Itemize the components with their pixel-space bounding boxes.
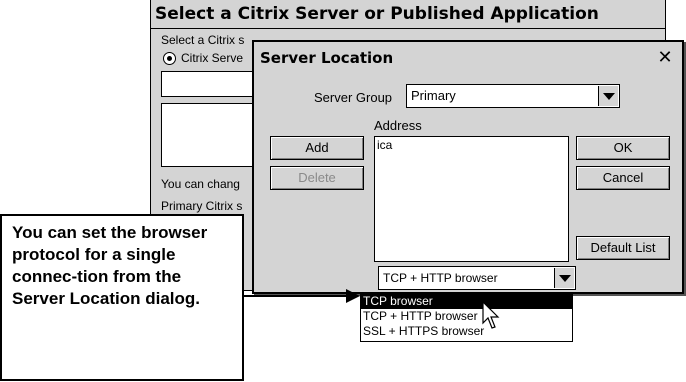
callout-arrow-icon	[244, 289, 360, 303]
protocol-selected-value: TCP + HTTP browser	[383, 271, 498, 285]
chevron-down-icon[interactable]	[554, 268, 574, 288]
server-group-label: Server Group	[314, 90, 393, 105]
server-group-value: Primary	[411, 88, 456, 103]
address-label: Address	[374, 118, 422, 133]
protocol-select[interactable]: TCP + HTTP browser	[378, 266, 576, 290]
default-list-button[interactable]: Default List	[576, 236, 670, 260]
citrix-server-radio-label: Citrix Serve	[181, 51, 244, 65]
server-list[interactable]	[161, 103, 257, 167]
background-info-text: You can chang	[161, 177, 240, 191]
callout-text: You can set the browser protocol for a s…	[0, 214, 244, 381]
server-group-select[interactable]: Primary	[406, 84, 620, 108]
background-primary-text: Primary Citrix s	[161, 199, 243, 213]
protocol-dropdown-list: TCP browser TCP + HTTP browser SSL + HTT…	[360, 293, 573, 342]
protocol-option-tcp-http[interactable]: TCP + HTTP browser	[361, 309, 572, 324]
chevron-down-icon[interactable]	[598, 86, 618, 106]
protocol-option-tcp[interactable]: TCP browser	[361, 294, 572, 309]
background-window-title: Select a Citrix Server or Published Appl…	[151, 0, 665, 29]
address-list[interactable]: ica	[374, 136, 569, 262]
protocol-option-ssl-https[interactable]: SSL + HTTPS browser	[361, 324, 572, 339]
mouse-cursor-icon	[482, 301, 500, 329]
citrix-server-radio[interactable]	[163, 52, 176, 65]
close-button[interactable]: ✕	[652, 46, 678, 70]
dialog-title: Server Location	[260, 49, 394, 67]
delete-button[interactable]: Delete	[270, 166, 364, 190]
close-icon: ✕	[657, 47, 673, 68]
background-instruction: Select a Citrix s	[161, 33, 245, 47]
server-location-dialog: Server Location ✕ Server Group Primary A…	[252, 40, 684, 294]
cancel-button[interactable]: Cancel	[576, 166, 670, 190]
ok-button[interactable]: OK	[576, 136, 670, 160]
address-entry[interactable]: ica	[377, 138, 392, 152]
server-input[interactable]	[161, 71, 257, 97]
add-button[interactable]: Add	[270, 136, 364, 160]
